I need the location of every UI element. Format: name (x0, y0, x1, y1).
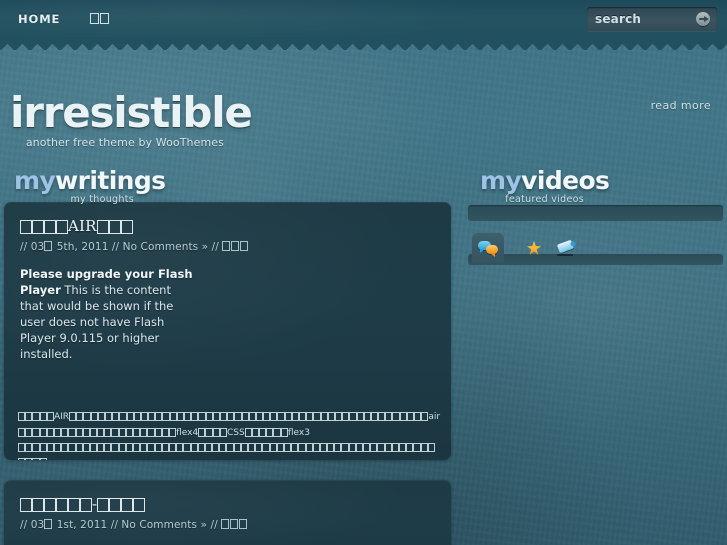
latin-text: CSS (226, 428, 245, 438)
tofu-glyphs (69, 411, 429, 426)
latin-text: AIR (53, 412, 70, 422)
logo-wordmark: irresistible (10, 88, 253, 137)
tofu-glyphs (244, 427, 288, 442)
section-heading-writings: mywritings my thoughts (14, 166, 166, 205)
post-card[interactable]: - // 03 1st, 2011 // No Comments » // (4, 480, 451, 545)
tab-strip (468, 254, 723, 265)
tab-comments[interactable] (472, 233, 504, 263)
tofu-glyphs (18, 411, 54, 426)
tofu-glyphs (20, 498, 92, 513)
meta-text: // 03 (20, 519, 45, 531)
latin-text: air (428, 412, 441, 422)
main-nav: HOME (14, 0, 114, 38)
section-title-word: videos (521, 166, 610, 195)
post-meta: // 03 5th, 2011 // No Comments » // (20, 241, 249, 254)
section-title-prefix: my (14, 166, 56, 195)
comment-bubbles-icon (478, 240, 498, 257)
post-meta: // 03 1st, 2011 // No Comments » // (20, 519, 248, 532)
logo-tagline: another free theme by WooThemes (25, 136, 224, 149)
meta-text: // 03 (20, 241, 45, 253)
section-title-writings: mywritings (14, 166, 166, 195)
meta-text: 5th, 2011 // No Comments » // (53, 241, 223, 253)
post-card[interactable]: AIR // 03 5th, 2011 // No Comments » // … (4, 202, 451, 460)
tofu-glyphs (44, 519, 53, 532)
latin-text: AIR (68, 217, 97, 235)
read-more-link[interactable]: read more (651, 99, 711, 112)
tab-tags[interactable] (550, 233, 582, 263)
tofu-glyphs (221, 519, 248, 532)
star-icon (524, 240, 544, 256)
latin-text: flex3 (287, 428, 310, 438)
section-heading-videos: myvideos featured videos (480, 166, 610, 205)
tag-icon (556, 239, 576, 256)
tofu-glyphs (222, 241, 249, 254)
meta-text: 1st, 2011 // No Comments » // (53, 519, 222, 531)
tofu-glyphs (44, 241, 53, 254)
video-widget-tabs (468, 233, 723, 265)
tofu-glyphs (97, 498, 146, 513)
post-title[interactable]: AIR (20, 219, 133, 235)
section-title-prefix: my (480, 166, 522, 195)
section-title-word: writings (55, 166, 166, 195)
section-subtitle-writings: my thoughts (70, 194, 134, 205)
tofu-glyphs (18, 442, 442, 460)
tofu-glyphs (198, 427, 227, 442)
search-submit-arrow-icon[interactable] (696, 12, 710, 26)
section-subtitle-videos: featured videos (505, 194, 584, 205)
tofu-glyphs (18, 427, 177, 442)
search-input[interactable] (595, 7, 683, 31)
section-title-videos: myvideos (480, 166, 610, 195)
search-box[interactable] (587, 7, 717, 31)
site-logo[interactable]: irresistible another free theme by WooTh… (10, 88, 253, 149)
video-widget-header-bar (468, 205, 723, 221)
post-excerpt: AIR air flex4 CSS flex3 (18, 410, 442, 460)
flash-player-notice: Please upgrade your Flash Player This is… (20, 266, 195, 362)
post-title[interactable]: - (20, 497, 146, 513)
tofu-glyphs (90, 12, 110, 27)
tab-popular[interactable] (518, 233, 550, 263)
nav-item-home[interactable]: HOME (14, 9, 64, 29)
nav-item-cjk[interactable] (86, 9, 114, 30)
tofu-glyphs (20, 220, 68, 235)
latin-text: flex4 (176, 428, 199, 438)
tofu-glyphs (96, 220, 133, 235)
